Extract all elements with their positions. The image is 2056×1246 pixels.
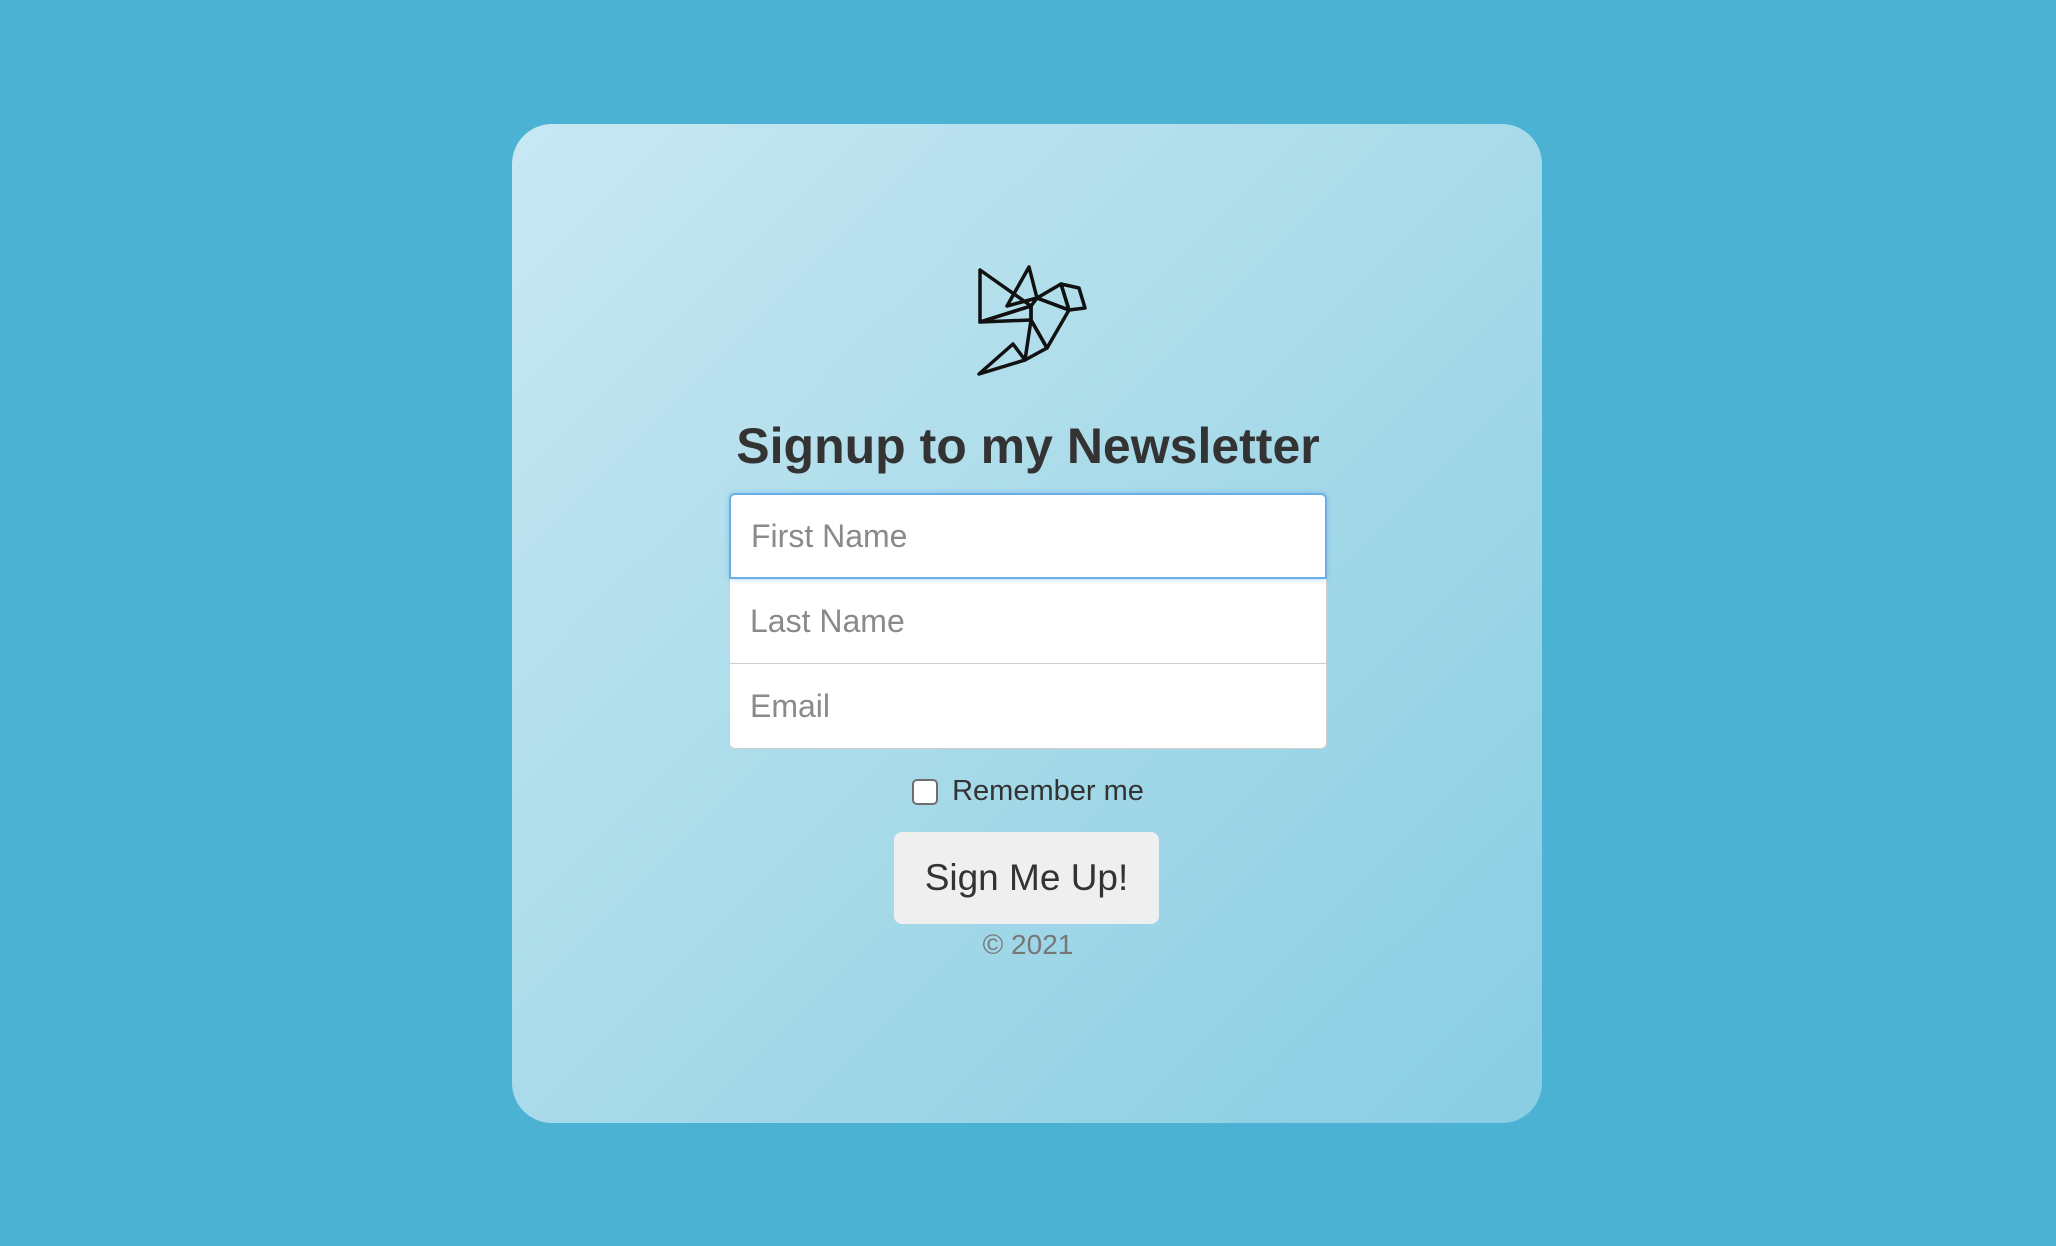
last-name-field[interactable]	[729, 578, 1327, 664]
page-title: Signup to my Newsletter	[736, 418, 1320, 474]
email-field[interactable]	[729, 663, 1327, 749]
remember-me-row[interactable]: Remember me	[0, 775, 2056, 808]
first-name-field[interactable]	[729, 493, 1327, 579]
remember-me-checkbox[interactable]	[912, 778, 939, 805]
copyright-footer: © 2021	[982, 929, 1074, 960]
origami-bird-icon	[977, 265, 1087, 376]
remember-me-label[interactable]: Remember me	[952, 775, 1144, 808]
sign-up-button[interactable]: Sign Me Up!	[894, 832, 1159, 924]
signup-form	[729, 493, 1327, 749]
